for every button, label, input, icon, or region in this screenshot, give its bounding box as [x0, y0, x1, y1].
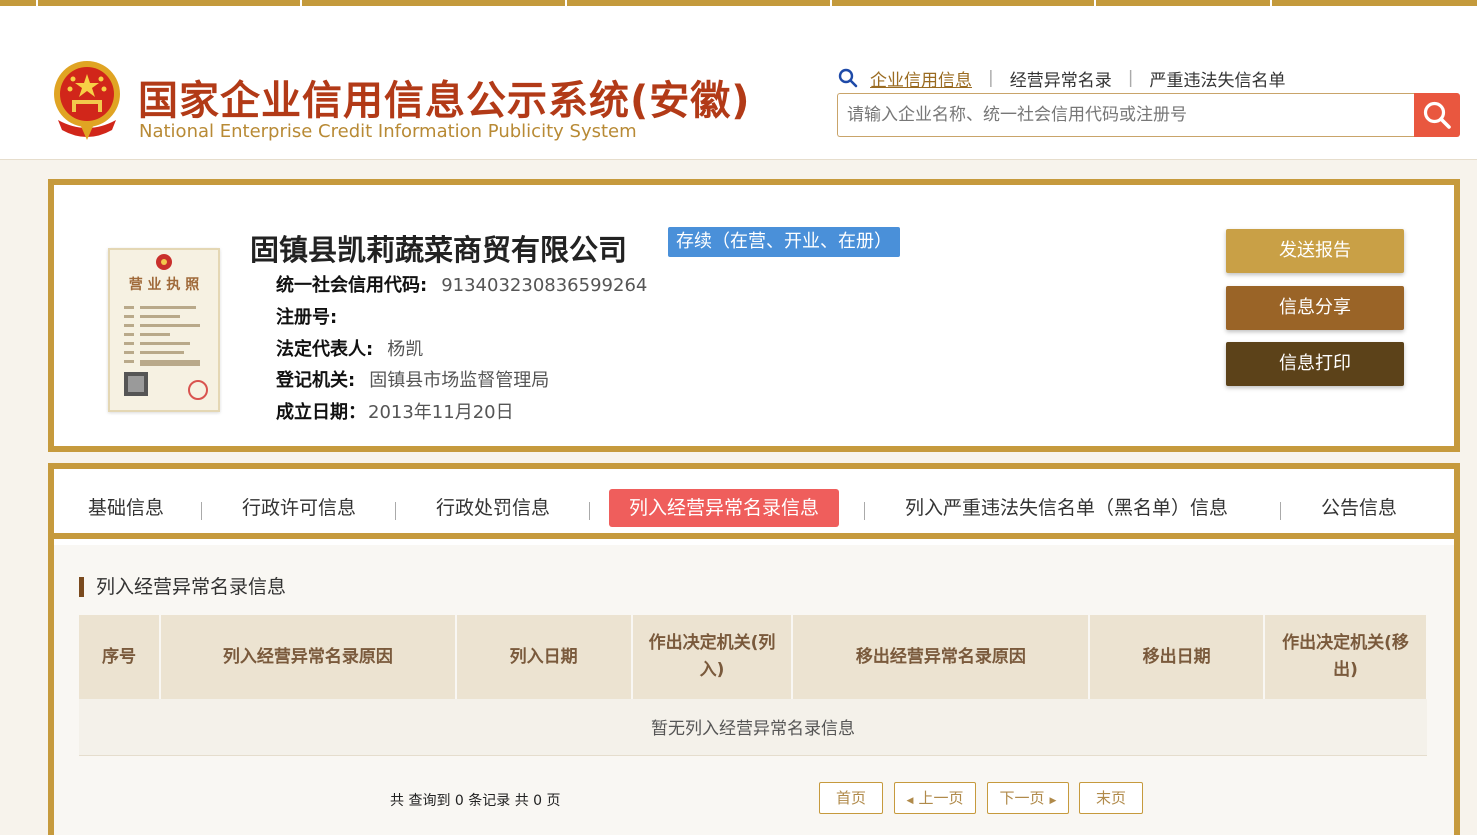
- tab-content: 列入经营异常名录信息 序号 列入经营异常名录原因 列入日期 作出决定机关(列入)…: [54, 545, 1454, 835]
- prev-page-label: 上一页: [918, 789, 964, 807]
- reg-number-row: 注册号:: [276, 303, 351, 329]
- nav-separator: |: [1127, 68, 1134, 88]
- first-page-button[interactable]: 首页: [819, 782, 883, 814]
- tab-blacklist[interactable]: 列入严重违法失信名单（黑名单）信息: [905, 489, 1228, 527]
- search-icon: [838, 68, 858, 88]
- search-input[interactable]: [838, 94, 1417, 136]
- legal-rep-row: 法定代表人: 杨凯: [276, 335, 423, 361]
- status-badge: 存续（在营、开业、在册）: [668, 227, 900, 257]
- nav-abnormal-list[interactable]: 经营异常名录: [1010, 66, 1112, 91]
- tab-announcements[interactable]: 公告信息: [1321, 489, 1397, 527]
- tab-bar: 基础信息 行政许可信息 行政处罚信息 列入经营异常名录信息 列入严重违法失信名单…: [54, 469, 1454, 539]
- info-tabs-card: 基础信息 行政许可信息 行政处罚信息 列入经营异常名录信息 列入严重违法失信名单…: [48, 463, 1460, 835]
- nav-enterprise-credit[interactable]: 企业信用信息: [870, 66, 972, 91]
- next-page-button[interactable]: 下一页 ▶: [987, 782, 1069, 814]
- reg-authority-label: 登记机关:: [276, 370, 356, 391]
- national-emblem-icon: [54, 61, 120, 140]
- tab-abnormal-list[interactable]: 列入经营异常名录信息: [609, 489, 840, 527]
- company-name: 固镇县凯莉蔬菜商贸有限公司: [250, 233, 628, 267]
- reg-number-label: 注册号:: [276, 307, 338, 328]
- legal-rep-value: 杨凯: [387, 339, 424, 360]
- tab-separator: [395, 502, 396, 520]
- table-header-row: 序号 列入经营异常名录原因 列入日期 作出决定机关(列入) 移出经营异常名录原因…: [79, 615, 1428, 699]
- established-value: 2013年11月20日: [368, 402, 514, 423]
- abnormal-list-table: 序号 列入经营异常名录原因 列入日期 作出决定机关(列入) 移出经营异常名录原因…: [79, 615, 1428, 756]
- tab-admin-penalty[interactable]: 行政处罚信息: [436, 489, 550, 527]
- nav-separator: |: [988, 68, 994, 88]
- chevron-right-icon: ▶: [1049, 796, 1057, 806]
- col-reason-out: 移出经营异常名录原因: [792, 615, 1091, 699]
- legal-rep-label: 法定代表人:: [276, 339, 374, 360]
- print-button[interactable]: 信息打印: [1226, 342, 1404, 386]
- nav-blacklist[interactable]: 严重违法失信名单: [1149, 66, 1285, 91]
- tab-separator: [201, 502, 202, 520]
- site-title: 国家企业信用信息公示系统(安徽): [138, 78, 751, 124]
- col-reason-in: 列入经营异常名录原因: [159, 615, 457, 699]
- credit-code-label: 统一社会信用代码:: [276, 275, 428, 296]
- credit-code-row: 统一社会信用代码: 913403230836599264: [276, 271, 647, 297]
- next-page-label: 下一页: [999, 789, 1045, 807]
- send-report-button[interactable]: 发送报告: [1226, 229, 1404, 273]
- search-button[interactable]: [1414, 93, 1460, 137]
- tab-separator: [864, 502, 865, 520]
- established-row: 成立日期： 2013年11月20日: [276, 398, 514, 424]
- section-title: 列入经营异常名录信息: [79, 577, 286, 597]
- site-header: 国家企业信用信息公示系统(安徽) National Enterprise Cre…: [0, 6, 1477, 160]
- share-button[interactable]: 信息分享: [1226, 286, 1404, 330]
- top-nav: 企业信用信息 | 经营异常名录 | 严重违法失信名单: [838, 66, 1285, 91]
- prev-page-button[interactable]: ◀ 上一页: [894, 782, 976, 814]
- license-title: 营 业 执 照: [129, 276, 200, 293]
- reg-authority-value: 固镇县市场监督管理局: [369, 370, 550, 391]
- col-authority-in: 作出决定机关(列入): [631, 615, 794, 699]
- last-page-button[interactable]: 末页: [1079, 782, 1143, 814]
- site-subtitle: National Enterprise Credit Information P…: [139, 121, 637, 142]
- empty-message: 暂无列入经营异常名录信息: [79, 699, 1427, 756]
- credit-code-value: 913403230836599264: [441, 275, 648, 296]
- tab-basic-info[interactable]: 基础信息: [88, 489, 164, 527]
- search-icon: [1423, 101, 1451, 129]
- search-box: [837, 93, 1417, 137]
- col-date-in: 列入日期: [455, 615, 633, 699]
- chevron-left-icon: ◀: [906, 796, 914, 806]
- tab-separator: [589, 502, 590, 520]
- reg-authority-row: 登记机关: 固镇县市场监督管理局: [276, 366, 549, 392]
- business-license-image[interactable]: 营 业 执 照: [108, 248, 220, 412]
- tab-separator: [1280, 502, 1281, 520]
- col-authority-out: 作出决定机关(移出): [1264, 615, 1428, 699]
- table-row: 暂无列入经营异常名录信息: [79, 699, 1427, 756]
- license-icon: 营 业 执 照: [124, 254, 208, 400]
- col-date-out: 移出日期: [1089, 615, 1266, 699]
- col-index: 序号: [79, 615, 161, 699]
- tab-admin-license[interactable]: 行政许可信息: [242, 489, 356, 527]
- company-card: 营 业 执 照 固镇县凯莉蔬菜商贸有限公司 存续（在营、开业、在册） 统一社会信…: [48, 179, 1460, 452]
- established-label: 成立日期：: [276, 402, 366, 423]
- pager-summary: 共 查询到 0 条记录 共 0 页: [390, 793, 561, 809]
